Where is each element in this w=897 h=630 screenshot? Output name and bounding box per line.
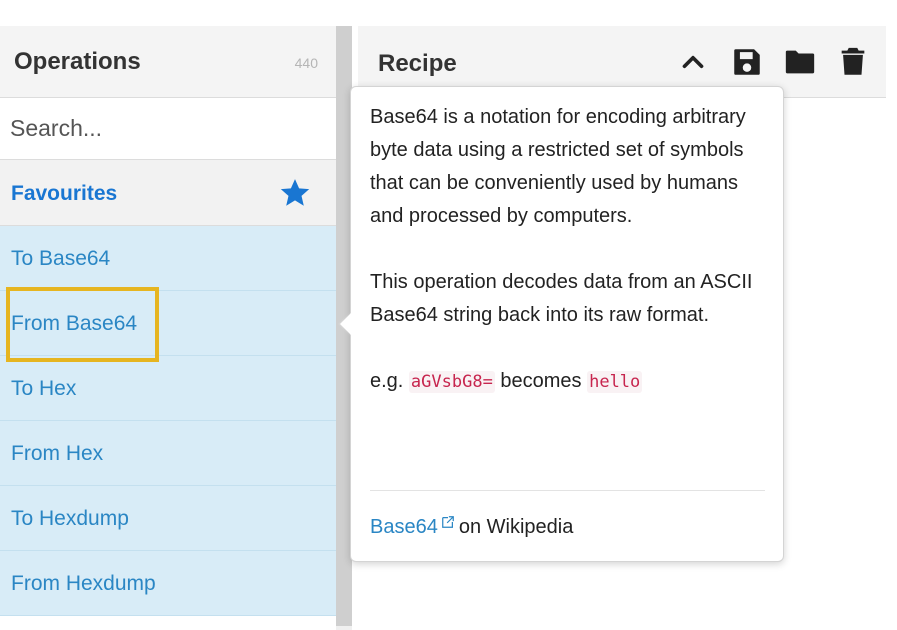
link-suffix: on Wikipedia [458, 516, 574, 538]
popover-arrow-inner [340, 313, 351, 335]
chevron-up-icon[interactable] [676, 45, 710, 79]
operation-item-to-base64[interactable]: To Base64 [0, 226, 336, 291]
example-prefix: e.g. [370, 370, 404, 392]
popover-paragraph: This operation decodes data from an ASCI… [370, 271, 753, 326]
operations-count: 440 [294, 55, 318, 71]
example-middle: becomes [500, 370, 582, 392]
highlight-box [6, 287, 159, 362]
favourites-label: Favourites [11, 182, 118, 205]
wikipedia-link-label: Base64 [370, 516, 438, 538]
popover-footer: Base64 on Wikipedia [370, 515, 573, 539]
popover-body: Base64 is a notation for encoding arbitr… [370, 101, 770, 399]
operation-item-to-hex[interactable]: To Hex [0, 356, 336, 421]
operation-item-from-hexdump[interactable]: From Hexdump [0, 551, 336, 616]
operation-list: To Base64 From Base64 To Hex From Hex To… [0, 226, 336, 616]
operation-label: To Base64 [11, 247, 111, 270]
star-icon[interactable] [278, 176, 312, 210]
folder-icon[interactable] [783, 45, 817, 79]
popover-example: e.g. aGVsbG8= becomes hello [370, 365, 770, 399]
popover-paragraph: Base64 is a notation for encoding arbitr… [370, 106, 746, 227]
example-input-code: aGVsbG8= [408, 371, 495, 393]
operation-item-from-hex[interactable]: From Hex [0, 421, 336, 486]
popover-divider [370, 490, 765, 491]
recipe-title: Recipe [378, 50, 457, 77]
favourites-category[interactable]: Favourites [0, 160, 336, 226]
operations-header: Operations 440 [0, 26, 336, 98]
search-box [0, 98, 336, 160]
operation-label: To Hexdump [11, 507, 129, 530]
operation-label: To Hex [11, 377, 77, 400]
operation-item-to-hexdump[interactable]: To Hexdump [0, 486, 336, 551]
operations-title: Operations [14, 48, 141, 75]
search-input[interactable] [0, 98, 336, 159]
save-icon[interactable] [730, 45, 764, 79]
external-link-icon [441, 516, 454, 528]
trash-icon[interactable] [836, 45, 870, 79]
operation-description-popover: Base64 is a notation for encoding arbitr… [350, 86, 784, 562]
operation-label: From Hexdump [11, 572, 156, 595]
operation-label: From Hex [11, 442, 104, 465]
example-output-code: hello [587, 371, 643, 393]
wikipedia-link[interactable]: Base64 [370, 516, 459, 538]
